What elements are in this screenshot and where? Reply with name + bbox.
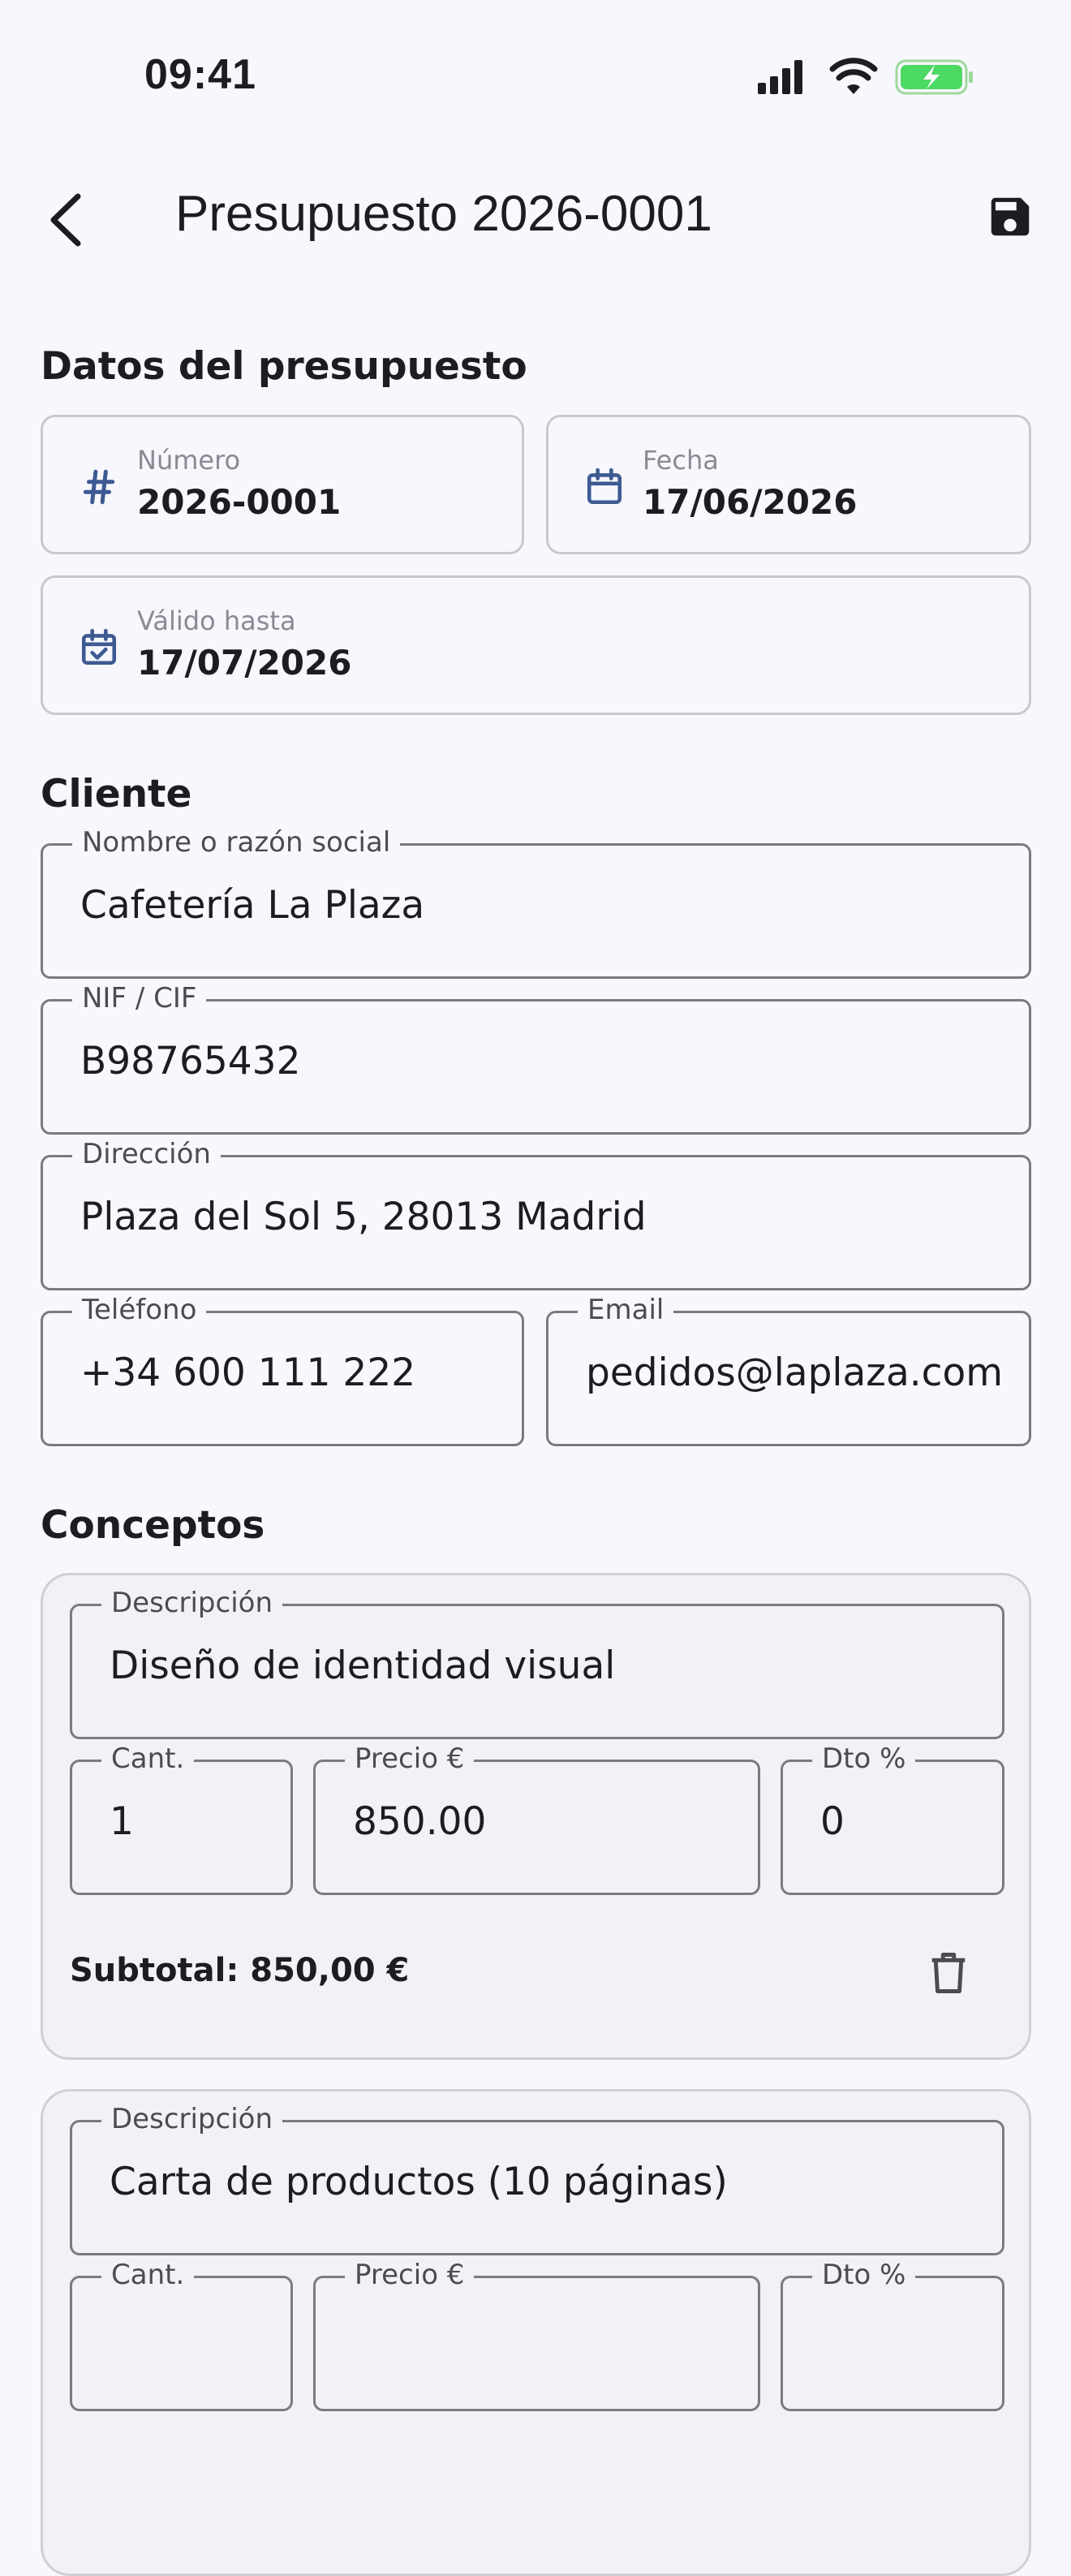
- nif-value: B98765432: [80, 1039, 301, 1083]
- description-field[interactable]: Descripción Carta de productos (10 págin…: [70, 2103, 1004, 2255]
- discount-label: Dto %: [812, 2259, 916, 2291]
- phone-value: +34 600 111 222: [80, 1350, 416, 1395]
- section-title-client: Cliente: [41, 772, 192, 816]
- hash-icon: [83, 469, 115, 505]
- quantity-field[interactable]: Cant.: [70, 2259, 293, 2411]
- section-title-budget: Datos del presupuesto: [41, 344, 527, 389]
- phone-label: Teléfono: [72, 1294, 207, 1326]
- email-label: Email: [578, 1294, 674, 1326]
- delete-button[interactable]: [927, 1948, 970, 1998]
- client-name-label: Nombre o razón social: [72, 826, 401, 859]
- battery-icon: [895, 59, 973, 95]
- number-label: Número: [137, 445, 241, 476]
- concept-card: Descripción Diseño de identidad visual C…: [41, 1573, 1031, 2060]
- quantity-label: Cant.: [101, 2259, 195, 2291]
- trash-icon: [931, 1953, 966, 1993]
- price-field[interactable]: Precio €: [313, 2259, 760, 2411]
- number-field[interactable]: Número 2026-0001: [41, 415, 524, 554]
- nif-field[interactable]: NIF / CIF B98765432: [41, 982, 1031, 1135]
- description-label: Descripción: [101, 2103, 283, 2135]
- valid-until-field[interactable]: Válido hasta 17/07/2026: [41, 575, 1031, 715]
- status-icons: [758, 58, 973, 95]
- discount-field[interactable]: Dto %: [781, 2259, 1004, 2411]
- calendar-check-icon: [81, 628, 117, 666]
- email-value: pedidos@laplaza.com: [586, 1350, 1004, 1395]
- client-name-value: Cafetería La Plaza: [80, 883, 425, 928]
- save-button[interactable]: [985, 192, 1035, 242]
- address-value: Plaza del Sol 5, 28013 Madrid: [80, 1195, 647, 1239]
- concept-card: Descripción Carta de productos (10 págin…: [41, 2089, 1031, 2576]
- save-icon: [991, 197, 1030, 236]
- price-field[interactable]: Precio € 850.00: [313, 1742, 760, 1895]
- description-field[interactable]: Descripción Diseño de identidad visual: [70, 1587, 1004, 1739]
- date-label: Fecha: [643, 445, 719, 476]
- description-value: Carta de productos (10 páginas): [110, 2160, 728, 2204]
- number-value: 2026-0001: [137, 482, 342, 522]
- discount-value: 0: [820, 1799, 845, 1844]
- chevron-left-icon: [50, 193, 81, 247]
- section-title-concepts: Conceptos: [41, 1503, 265, 1548]
- wifi-icon: [829, 58, 878, 94]
- address-field[interactable]: Dirección Plaza del Sol 5, 28013 Madrid: [41, 1138, 1031, 1290]
- nif-label: NIF / CIF: [72, 982, 207, 1014]
- date-field[interactable]: Fecha 17/06/2026: [546, 415, 1031, 554]
- quantity-value: 1: [110, 1799, 134, 1844]
- discount-field[interactable]: Dto % 0: [781, 1742, 1004, 1895]
- email-field[interactable]: Email pedidos@laplaza.com: [546, 1294, 1031, 1446]
- address-label: Dirección: [72, 1138, 221, 1170]
- subtotal: Subtotal: 850,00 €: [70, 1952, 410, 1989]
- quantity-field[interactable]: Cant. 1: [70, 1742, 293, 1895]
- calendar-icon: [587, 467, 622, 505]
- signal-icon: [758, 60, 802, 94]
- price-label: Precio €: [345, 1742, 475, 1775]
- description-value: Diseño de identidad visual: [110, 1643, 616, 1688]
- valid-until-value: 17/07/2026: [137, 643, 352, 683]
- valid-until-label: Válido hasta: [137, 605, 296, 636]
- price-value: 850.00: [353, 1799, 487, 1844]
- page-title: Presupuesto 2026-0001: [175, 186, 712, 242]
- date-value: 17/06/2026: [643, 482, 858, 522]
- description-label: Descripción: [101, 1587, 283, 1619]
- phone-field[interactable]: Teléfono +34 600 111 222: [41, 1294, 524, 1446]
- client-name-field[interactable]: Nombre o razón social Cafetería La Plaza: [41, 826, 1031, 979]
- quantity-label: Cant.: [101, 1742, 195, 1775]
- price-label: Precio €: [345, 2259, 475, 2291]
- status-time: 09:41: [144, 51, 256, 98]
- back-button[interactable]: [42, 190, 96, 250]
- discount-label: Dto %: [812, 1742, 916, 1775]
